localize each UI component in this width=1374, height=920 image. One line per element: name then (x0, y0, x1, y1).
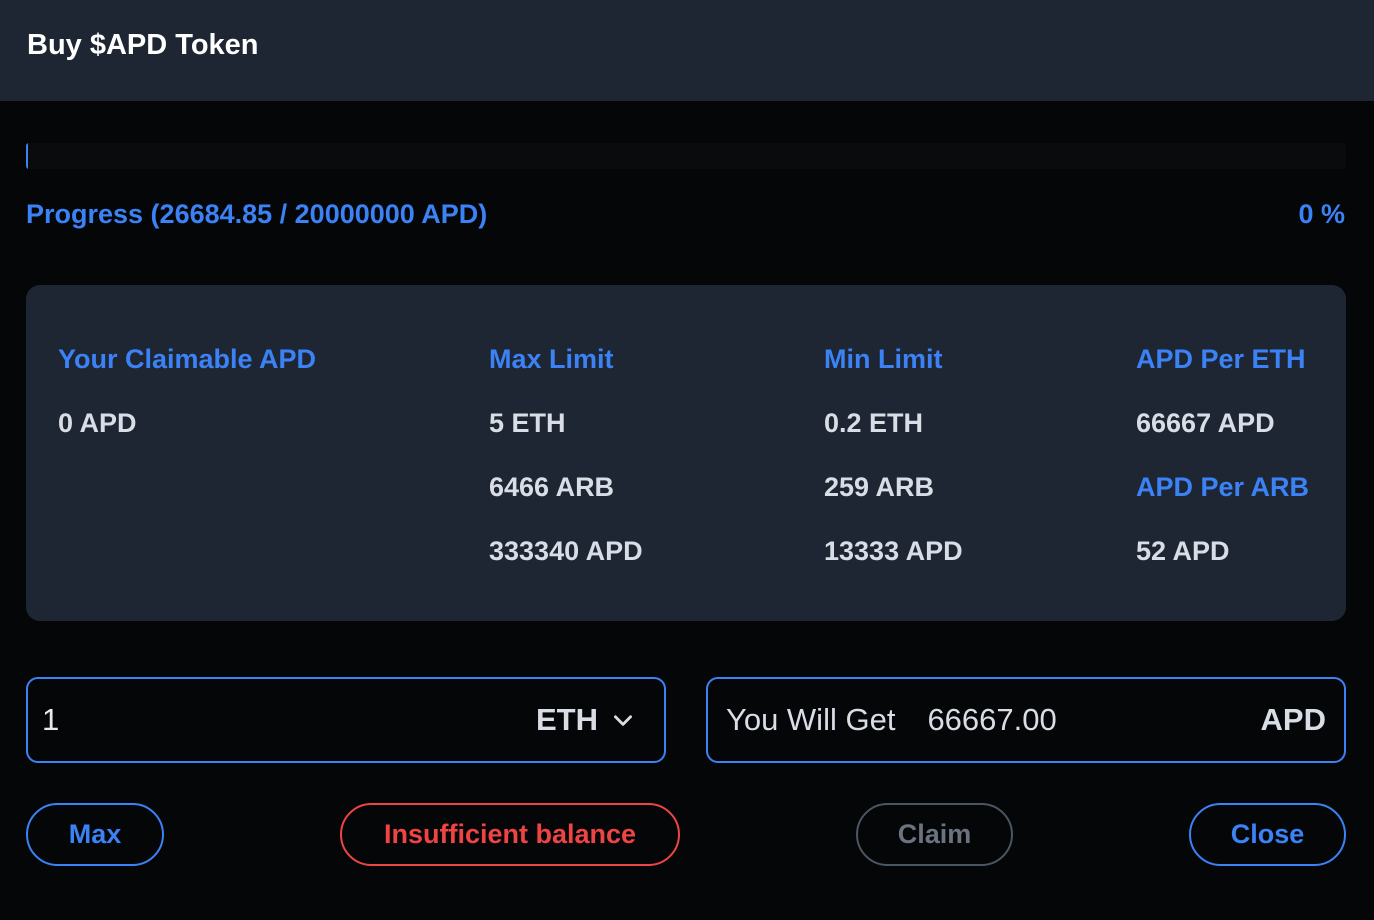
min-limit-column: Min Limit 0.2 ETH 259 ARB 13333 APD (824, 343, 963, 599)
apd-per-eth-label: APD Per ETH (1136, 344, 1306, 374)
chevron-down-icon (610, 707, 636, 733)
min-limit-eth: 0.2 ETH (824, 408, 924, 438)
you-will-get-label: You Will Get (726, 702, 896, 737)
max-limit-eth: 5 ETH (489, 408, 566, 438)
close-button[interactable]: Close (1189, 803, 1346, 866)
min-limit-apd: 13333 APD (824, 536, 963, 566)
progress-bar (26, 143, 1346, 169)
progress-bar-fill (26, 143, 28, 169)
modal-title: Buy $APD Token (27, 29, 259, 61)
buy-token-modal: Buy $APD Token Progress (26684.85 / 2000… (0, 0, 1374, 920)
you-will-get-value: 66667.00 (927, 702, 1057, 737)
amount-field[interactable]: ETH (26, 677, 666, 763)
progress-percent: 0 % (1298, 199, 1345, 229)
progress-label: Progress (26684.85 / 20000000 APD) (26, 199, 488, 229)
sale-info-card: Your Claimable APD 0 APD Max Limit 5 ETH… (26, 285, 1346, 621)
insufficient-balance-button[interactable]: Insufficient balance (340, 803, 680, 866)
claim-button[interactable]: Claim (856, 803, 1013, 866)
apd-per-eth-value: 66667 APD (1136, 408, 1275, 438)
max-limit-arb: 6466 ARB (489, 472, 615, 502)
min-limit-arb: 259 ARB (824, 472, 935, 502)
amount-input[interactable] (42, 702, 536, 738)
modal-header: Buy $APD Token (0, 0, 1374, 101)
claimable-label: Your Claimable APD (58, 344, 317, 374)
apd-per-arb-value: 52 APD (1136, 536, 1230, 566)
min-limit-label: Min Limit (824, 344, 943, 374)
currency-label: ETH (536, 702, 598, 737)
currency-select[interactable]: ETH (536, 702, 636, 738)
you-will-get-field: You Will Get 66667.00 APD (706, 677, 1346, 763)
you-will-get-unit: APD (1260, 702, 1326, 737)
claimable-column: Your Claimable APD 0 APD (58, 343, 316, 471)
max-limit-label: Max Limit (489, 344, 614, 374)
claimable-value: 0 APD (58, 408, 137, 438)
max-limit-column: Max Limit 5 ETH 6466 ARB 333340 APD (489, 343, 643, 599)
max-limit-apd: 333340 APD (489, 536, 643, 566)
max-button[interactable]: Max (26, 803, 164, 866)
apd-per-arb-label: APD Per ARB (1136, 472, 1310, 502)
rates-column: APD Per ETH 66667 APD APD Per ARB 52 APD (1136, 343, 1309, 599)
